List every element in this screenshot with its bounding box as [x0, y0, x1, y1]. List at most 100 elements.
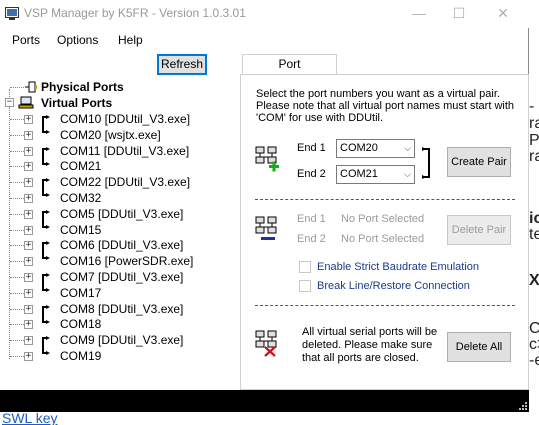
create-end1-select[interactable]: COM20 ⌵ — [336, 139, 415, 158]
virtual-port-node[interactable]: COM11 [DDUtil_V3.exe] — [60, 144, 189, 158]
physical-ports-node[interactable]: Physical Ports — [41, 80, 124, 94]
virtual-port-node[interactable]: COM8 [DDUtil_V3.exe] — [60, 302, 183, 316]
background-app-strip: - ra P/ ra io te X C c> -e — [529, 0, 539, 425]
port-tree[interactable]: Physical Ports − Virtual Ports + + COM10 [… — [0, 76, 240, 388]
menu-options[interactable]: Options — [57, 33, 98, 47]
menu-ports[interactable]: Ports — [12, 33, 40, 47]
bg-fragment: X — [529, 272, 539, 289]
break-line-label[interactable]: Break Line/Restore Connection — [317, 280, 470, 292]
virtual-port-node[interactable]: COM5 [DDUtil_V3.exe] — [60, 207, 183, 221]
create-instructions-1: Select the port numbers you want as a vi… — [256, 88, 500, 100]
expand-pair-toggle[interactable]: + — [24, 352, 33, 361]
tab-port-management[interactable]: Port Management — [242, 54, 337, 90]
virtual-ports-node[interactable]: Virtual Ports — [41, 96, 112, 110]
app-icon — [5, 7, 19, 20]
delete-all-text-3: that all ports are closed. — [302, 352, 419, 364]
pair-link-icon — [42, 273, 50, 292]
menu-bar: Ports Options Help — [0, 29, 529, 51]
background-app-bottom: SWL key — [0, 410, 539, 425]
delete-end2-value: No Port Selected — [341, 233, 425, 245]
maximize-button[interactable]: ☐ — [440, 0, 478, 26]
strict-baudrate-label[interactable]: Enable Strict Baudrate Emulation — [317, 261, 479, 273]
collapse-virtual-toggle[interactable]: − — [5, 98, 14, 107]
virtual-port-node[interactable]: COM18 — [60, 317, 101, 331]
chevron-down-icon: ⌵ — [404, 169, 411, 179]
bg-fragment: - — [529, 98, 535, 115]
pair-bracket-icon — [422, 147, 430, 179]
create-instructions-2: Please note that all virtual port names … — [256, 100, 515, 112]
resize-grip-icon[interactable] — [517, 400, 527, 410]
virtual-port-node[interactable]: COM21 — [60, 159, 101, 173]
virtual-port-node[interactable]: COM6 [DDUtil_V3.exe] — [60, 238, 183, 252]
pair-link-icon — [42, 209, 50, 229]
delete-pair-button[interactable]: Delete Pair — [447, 215, 511, 245]
expand-pair-toggle[interactable]: + — [24, 241, 33, 251]
virtual-port-node[interactable]: COM16 [PowerSDR.exe] — [60, 254, 193, 268]
section-divider — [255, 305, 515, 306]
delete-all-button[interactable]: Delete All — [447, 332, 511, 362]
menu-help[interactable]: Help — [118, 33, 143, 47]
expand-pair-toggle[interactable]: + — [24, 162, 33, 172]
delete-all-text-1: All virtual serial ports will be — [302, 326, 438, 338]
virtual-port-node[interactable]: COM15 — [60, 223, 101, 237]
minimize-button[interactable]: — — [400, 0, 438, 26]
delete-all-text-2: deleted. Please make sure — [302, 339, 433, 351]
virtual-ports-icon — [18, 96, 34, 109]
title-bar[interactable]: VSP Manager by K5FR - Version 1.0.3.01 —… — [0, 0, 529, 28]
break-line-checkbox[interactable] — [299, 280, 311, 292]
expand-pair-toggle[interactable]: + — [24, 194, 33, 203]
expand-pair-toggle[interactable]: + — [24, 288, 33, 298]
expand-pair-toggle[interactable]: + — [24, 146, 33, 156]
vsp-manager-window: VSP Manager by K5FR - Version 1.0.3.01 —… — [0, 0, 529, 412]
expand-pair-toggle[interactable]: + — [24, 273, 33, 282]
chevron-down-icon: ⌵ — [404, 143, 411, 153]
add-pair-icon — [255, 146, 279, 172]
expand-pair-toggle[interactable]: + — [24, 178, 33, 188]
create-end1-value: COM20 — [340, 142, 378, 154]
create-end1-label: End 1 — [297, 142, 326, 154]
delete-all-icon — [255, 330, 277, 357]
create-end2-select[interactable]: COM21 ⌵ — [336, 165, 415, 184]
remove-pair-icon — [255, 216, 277, 240]
virtual-port-node[interactable]: COM20 [wsjtx.exe] — [60, 128, 161, 142]
pair-link-icon — [42, 304, 50, 324]
expand-pair-toggle[interactable]: + — [24, 320, 33, 330]
expand-pair-toggle[interactable]: + — [24, 115, 33, 124]
create-instructions-3: 'COM' for use with DDUtil. — [256, 112, 384, 124]
delete-end2-label: End 2 — [297, 233, 326, 245]
virtual-port-node[interactable]: COM10 [DDUtil_V3.exe] — [60, 112, 190, 126]
pair-link-icon — [42, 115, 50, 134]
expand-pair-toggle[interactable]: + — [24, 257, 33, 267]
virtual-port-node[interactable]: COM22 [DDUtil_V3.exe] — [60, 175, 190, 189]
create-end2-value: COM21 — [340, 168, 378, 180]
bg-fragment: ra — [529, 148, 539, 165]
virtual-port-node[interactable]: COM7 [DDUtil_V3.exe] — [60, 270, 183, 284]
virtual-port-node[interactable]: COM32 — [60, 191, 101, 205]
pair-link-icon — [42, 336, 50, 356]
expand-pair-toggle[interactable]: + — [24, 225, 33, 235]
expand-pair-toggle[interactable]: + — [24, 130, 33, 140]
close-button[interactable]: ✕ — [484, 0, 522, 26]
pair-link-icon — [42, 241, 50, 261]
pair-link-icon — [42, 178, 50, 198]
refresh-button[interactable]: Refresh — [157, 54, 207, 75]
physical-ports-icon — [25, 81, 37, 93]
bg-fragment: -e — [529, 352, 539, 369]
virtual-port-node[interactable]: COM19 — [60, 349, 101, 363]
expand-pair-toggle[interactable]: + — [24, 304, 33, 314]
create-pair-button[interactable]: Create Pair — [447, 147, 511, 177]
expand-pair-toggle[interactable]: + — [24, 336, 33, 346]
expand-pair-toggle[interactable]: + — [24, 209, 33, 219]
pair-link-icon — [42, 146, 50, 166]
port-management-panel: Select the port numbers you want as a vi… — [240, 74, 529, 390]
swl-key-link[interactable]: SWL key — [2, 410, 58, 425]
delete-end1-value: No Port Selected — [341, 213, 425, 225]
section-divider — [255, 199, 515, 200]
virtual-port-node[interactable]: COM17 — [60, 286, 101, 300]
strict-baudrate-checkbox[interactable] — [299, 261, 311, 273]
bg-fragment: te — [529, 226, 539, 243]
virtual-port-node[interactable]: COM9 [DDUtil_V3.exe] — [60, 333, 183, 347]
delete-end1-label: End 1 — [297, 213, 326, 225]
bg-fragment: ra — [529, 115, 539, 132]
create-end2-label: End 2 — [297, 168, 326, 180]
